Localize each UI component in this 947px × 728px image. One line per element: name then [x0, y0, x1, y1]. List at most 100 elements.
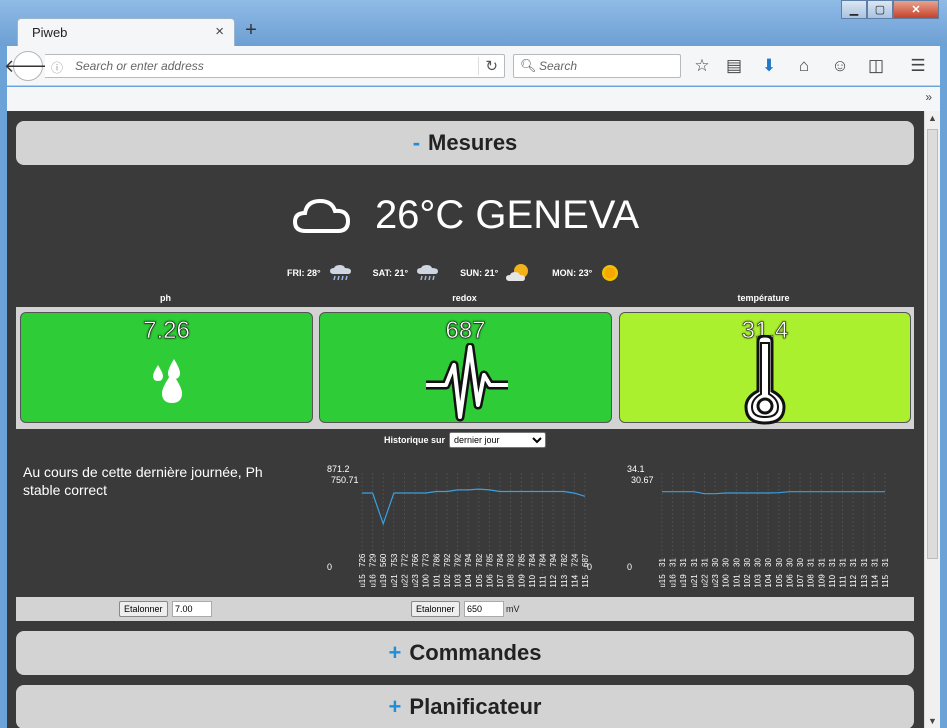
forecast-row: FRI: 28° SAT: 21° SUN: 21° MON: 23° — [287, 261, 647, 285]
x-tick-label: Fri100 — [422, 574, 431, 587]
expand-icon: + — [388, 640, 402, 665]
data-label: 30 — [732, 558, 741, 567]
redox-unit-label: mV — [506, 604, 520, 614]
data-label: 782 — [475, 553, 484, 567]
sensor-label-ph: ph — [160, 293, 171, 303]
x-tick-label: Fri107 — [496, 574, 505, 587]
pulse-icon — [426, 343, 508, 422]
scroll-up-icon[interactable]: ▲ — [928, 113, 937, 123]
address-bar[interactable]: ⓘ Search or enter address ↻ — [45, 54, 505, 78]
forecast-label: SAT: 21° — [372, 268, 409, 278]
x-tick-label: Thu23 — [411, 574, 420, 587]
bookmark-star-icon[interactable]: ☆ — [691, 56, 713, 76]
calibration-row: Etalonner Etalonner mV — [16, 597, 914, 621]
data-label: 766 — [411, 553, 420, 567]
minimize-button[interactable]: ▁ — [841, 0, 867, 19]
data-label: 30 — [722, 558, 731, 567]
redox-history-chart: 871.2750.710 0726Thu15729Thu16560Thu19753… — [327, 464, 592, 587]
x-tick-label: Fri107 — [796, 574, 805, 587]
x-tick-label: Fri109 — [817, 574, 826, 587]
vertical-scrollbar[interactable]: ▲ ▼ — [924, 111, 940, 728]
sensor-redox-card[interactable]: 687 — [319, 312, 612, 423]
reload-icon[interactable]: ↻ — [478, 57, 498, 75]
reading-list-icon[interactable]: ▤ — [723, 56, 745, 76]
close-window-button[interactable]: ✕ — [893, 0, 939, 19]
search-input[interactable]: 🔍︎ Search — [513, 54, 681, 78]
pocket-icon[interactable]: ◫ — [865, 56, 887, 76]
data-label: 31 — [849, 558, 858, 567]
smiley-icon[interactable]: ☺ — [829, 56, 851, 76]
forecast-item: MON: 23° — [552, 263, 620, 283]
data-label: 687 — [581, 553, 590, 567]
x-tick-label: Fri110 — [528, 574, 537, 587]
collapse-icon: - — [412, 130, 421, 155]
sensor-label-temperature: température — [737, 293, 790, 303]
scroll-down-icon[interactable]: ▼ — [928, 716, 937, 726]
data-label: 30 — [785, 558, 794, 567]
data-label: 772 — [400, 553, 409, 567]
section-mesures-header[interactable]: - Mesures — [16, 121, 914, 165]
redox-calibration-input[interactable] — [464, 601, 504, 617]
x-tick-label: Fri114 — [870, 574, 879, 587]
x-tick-label: Fri108 — [807, 574, 816, 587]
x-tick-label: Thu23 — [711, 574, 720, 587]
x-tick-label: Fri102 — [443, 574, 452, 587]
page-viewport: - Mesures 26°C GENEVA FRI: 28° SAT: 21° — [7, 111, 924, 728]
data-label: 31 — [700, 558, 709, 567]
new-tab-button[interactable]: + — [241, 19, 261, 42]
bookmarks-bar: » — [7, 87, 940, 111]
section-title: Mesures — [428, 130, 518, 155]
forecast-item: FRI: 28° — [287, 264, 353, 282]
history-row: Historique sur dernier jour — [16, 429, 914, 451]
data-label: 31 — [690, 558, 699, 567]
y-tick-label: 750.71 — [331, 475, 359, 485]
menu-icon[interactable]: ☰ — [907, 56, 929, 76]
x-tick-label: Fri104 — [764, 574, 773, 587]
history-period-select[interactable]: dernier jour — [449, 432, 546, 448]
data-label: 792 — [443, 553, 452, 567]
data-label: 30 — [775, 558, 784, 567]
home-icon[interactable]: ⌂ — [793, 56, 815, 76]
info-icon[interactable]: ⓘ — [51, 59, 63, 76]
data-label: 794 — [464, 553, 473, 567]
data-label: 31 — [669, 558, 678, 567]
data-label: 31 — [881, 558, 890, 567]
data-label: 785 — [485, 553, 494, 567]
tab-piweb[interactable]: Piweb × — [17, 18, 235, 46]
chevron-overflow-icon[interactable]: » — [925, 90, 932, 104]
tab-close-icon[interactable]: × — [215, 23, 224, 40]
section-planificateur-header[interactable]: + Planificateur — [16, 685, 914, 728]
calibrate-ph-button[interactable]: Etalonner — [119, 601, 168, 617]
download-icon[interactable]: ⬇ — [758, 56, 780, 76]
x-tick-label: Fri112 — [549, 574, 558, 587]
y-tick-label: 30.67 — [631, 475, 654, 485]
section-commandes-header[interactable]: + Commandes — [16, 631, 914, 675]
x-tick-label: Fri104 — [464, 574, 473, 587]
address-placeholder: Search or enter address — [75, 59, 204, 73]
x-tick-label: Fri103 — [454, 574, 463, 587]
forecast-item: SUN: 21° — [460, 263, 532, 283]
data-label: 30 — [743, 558, 752, 567]
data-label: 729 — [369, 553, 378, 567]
series-line — [662, 491, 885, 495]
ph-calibration-input[interactable] — [172, 601, 212, 617]
maximize-button[interactable]: ▢ — [867, 0, 893, 19]
scroll-thumb[interactable] — [927, 129, 938, 559]
sensor-temperature-card[interactable]: 31.4 — [619, 312, 911, 425]
x-tick-label: Fri102 — [743, 574, 752, 587]
sensor-ph-card[interactable]: 7.26 — [20, 312, 313, 423]
data-label: 785 — [517, 553, 526, 567]
data-label: 31 — [828, 558, 837, 567]
data-label: 782 — [560, 553, 569, 567]
y-tick-label: 0 — [327, 562, 332, 572]
nav-toolbar: 🡐 ⓘ Search or enter address ↻ 🔍︎ Search … — [4, 46, 940, 86]
history-label: Historique sur — [383, 435, 445, 445]
data-label: 31 — [807, 558, 816, 567]
x-tick-label: Fri111 — [539, 575, 548, 587]
sun-icon — [602, 265, 619, 281]
calibrate-redox-button[interactable]: Etalonner — [411, 601, 460, 617]
forecast-label: FRI: 28° — [287, 268, 321, 278]
back-button[interactable]: 🡐 — [4, 51, 52, 81]
data-label: 726 — [358, 553, 367, 567]
data-label: 31 — [679, 558, 688, 567]
